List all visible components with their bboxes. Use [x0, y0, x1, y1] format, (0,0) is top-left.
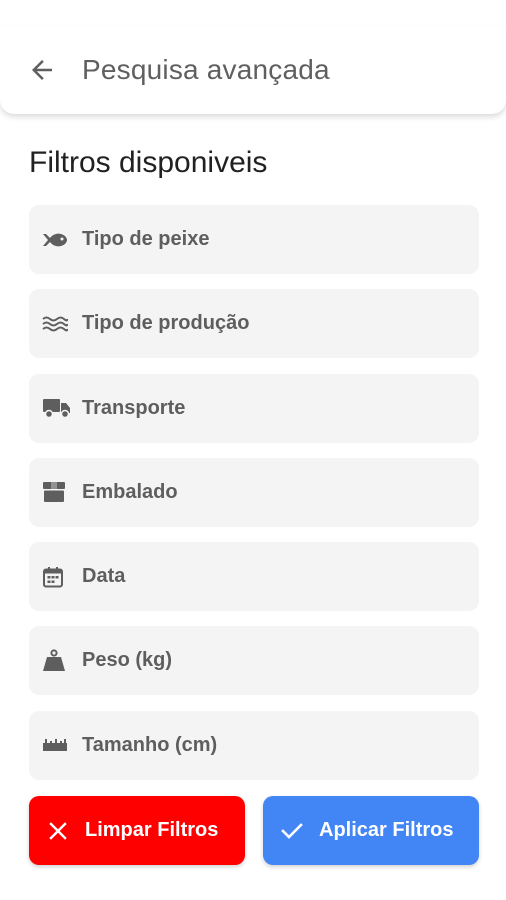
filter-item-tamanho[interactable]: Tamanho (cm)	[29, 710, 479, 780]
page-title: Pesquisa avançada	[82, 54, 330, 85]
filter-label: Tipo de peixe	[82, 228, 210, 250]
filter-list: Tipo de peixe Tipo de produção Transport…	[29, 205, 479, 795]
filter-item-transporte[interactable]: Transporte	[29, 373, 479, 443]
close-icon	[45, 818, 71, 844]
ruler-icon	[42, 731, 72, 759]
fish-icon	[42, 226, 72, 254]
filter-label: Tipo de produção	[82, 312, 250, 335]
filter-item-embalado[interactable]: Embalado	[29, 457, 479, 527]
filter-label: Peso (kg)	[82, 649, 173, 672]
app-bar: Pesquisa avançada	[0, 26, 506, 114]
truck-icon	[42, 394, 72, 422]
filter-item-peso[interactable]: Peso (kg)	[29, 626, 479, 696]
filter-label: Embalado	[82, 480, 178, 503]
filter-item-data[interactable]: Data	[29, 542, 479, 612]
section-title: Filtros disponiveis	[29, 146, 268, 179]
clear-filters-label: Limpar Filtros	[85, 819, 219, 841]
filter-item-tipo-de-peixe[interactable]: Tipo de peixe	[29, 205, 479, 274]
clear-filters-button[interactable]: Limpar Filtros	[29, 796, 245, 865]
back-button[interactable]	[22, 50, 62, 90]
filter-label: Tamanho (cm)	[82, 733, 218, 756]
filter-item-tipo-de-producao[interactable]: Tipo de produção	[29, 289, 479, 359]
box-icon	[42, 478, 72, 506]
arrow-left-icon	[32, 60, 52, 80]
waves-icon	[42, 310, 72, 338]
apply-filters-button[interactable]: Aplicar Filtros	[263, 796, 479, 865]
filter-label: Data	[82, 565, 126, 588]
weight-icon	[42, 647, 72, 675]
calendar-icon	[42, 563, 72, 591]
filter-label: Transporte	[82, 396, 186, 419]
check-icon	[279, 818, 305, 844]
apply-filters-label: Aplicar Filtros	[319, 819, 454, 841]
